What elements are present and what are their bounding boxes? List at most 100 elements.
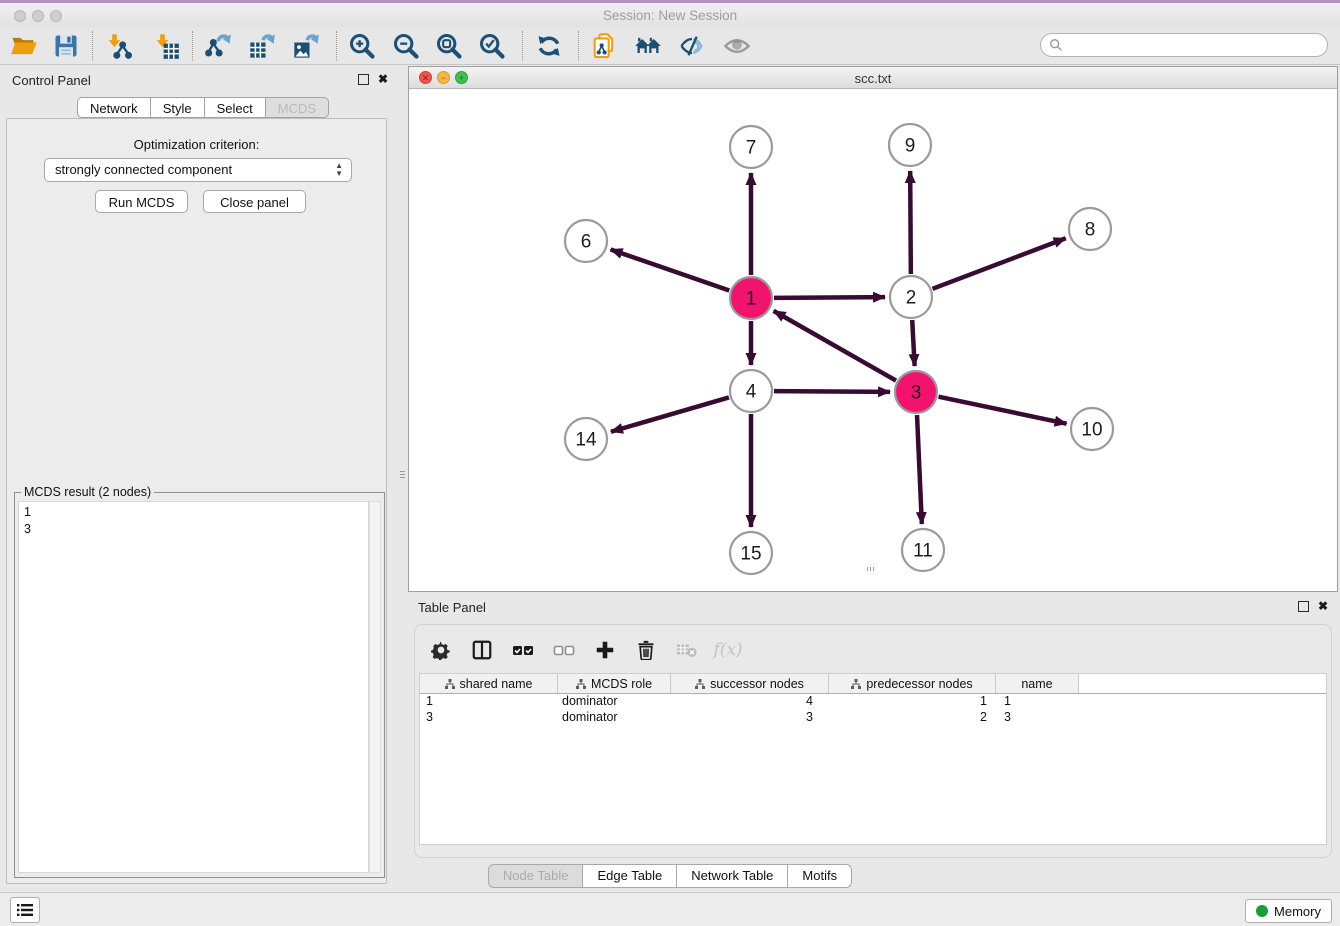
graph-node-label: 10	[1081, 420, 1102, 441]
gear-icon[interactable]	[429, 638, 453, 662]
control-panel-buttons: ✖	[358, 74, 388, 85]
open-session-icon[interactable]	[10, 32, 38, 60]
table-row[interactable]: 3dominator323	[420, 710, 1326, 726]
table-tabs: Node Table Edge Table Network Table Moti…	[0, 864, 1340, 888]
tab-style[interactable]: Style	[151, 97, 205, 118]
search-input[interactable]	[1063, 37, 1317, 54]
mcds-result-item: 1	[24, 504, 363, 521]
select-all-icon[interactable]	[511, 638, 535, 662]
titlebar: Session: New Session	[0, 3, 1340, 27]
function-builder-icon: f(x)	[716, 638, 740, 662]
close-panel-button[interactable]: Close panel	[203, 190, 306, 213]
tab-node-table[interactable]: Node Table	[488, 864, 584, 888]
tab-edge-table[interactable]: Edge Table	[583, 864, 677, 888]
zoom-out-icon[interactable]	[392, 32, 420, 60]
table-cell: 4	[671, 694, 829, 710]
network-graph[interactable]: 1234678910111415	[409, 89, 1337, 591]
column-header-successor-nodes[interactable]: successor nodes	[671, 674, 829, 693]
column-header-MCDS-role[interactable]: MCDS role	[558, 674, 671, 693]
deselect-all-icon[interactable]	[552, 638, 576, 662]
table-cell: 3	[996, 710, 1079, 726]
memory-status-icon	[1256, 905, 1268, 917]
control-panel-tabs: Network Style Select MCDS	[77, 97, 329, 118]
import-network-icon[interactable]	[104, 32, 132, 60]
graph-edge-1-6[interactable]	[611, 249, 730, 290]
table-cell: dominator	[558, 710, 671, 726]
add-icon[interactable]	[593, 638, 617, 662]
memory-button[interactable]: Memory	[1245, 899, 1332, 923]
graph-node-label: 7	[746, 138, 757, 159]
clone-network-icon[interactable]	[590, 32, 618, 60]
mcds-result-title: MCDS result (2 nodes)	[21, 485, 154, 499]
graph-node-label: 2	[906, 288, 917, 309]
search-icon	[1049, 38, 1063, 52]
tab-motifs[interactable]: Motifs	[788, 864, 852, 888]
panel-splitter-handle[interactable]	[399, 466, 406, 482]
network-window-titlebar[interactable]: ✕ − + scc.txt	[409, 67, 1337, 89]
first-neighbors-icon[interactable]	[634, 32, 662, 60]
graph-edge-3-11[interactable]	[917, 415, 922, 524]
criterion-dropdown[interactable]: strongly connected component ▲▼	[44, 158, 352, 182]
task-history-button[interactable]	[10, 897, 40, 923]
search-field[interactable]	[1040, 33, 1328, 57]
table-row[interactable]: 1dominator411	[420, 694, 1326, 710]
refresh-layout-icon[interactable]	[535, 32, 563, 60]
close-panel-icon[interactable]: ✖	[378, 75, 388, 84]
mcds-result-list[interactable]: 13	[18, 501, 369, 873]
network-view-window: ✕ − + scc.txt 1234678910111415	[408, 66, 1338, 592]
result-scrollbar[interactable]	[369, 501, 381, 873]
column-tree-icon	[851, 679, 861, 689]
show-all-icon[interactable]	[723, 32, 751, 60]
graph-node-label: 3	[911, 383, 922, 404]
graph-edge-4-14[interactable]	[611, 397, 729, 431]
graph-edge-2-9[interactable]	[910, 171, 911, 274]
close-panel-icon[interactable]: ✖	[1318, 602, 1328, 611]
chevron-up-down-icon: ▲▼	[335, 162, 343, 178]
graph-node-label: 15	[740, 544, 761, 565]
hide-selected-icon[interactable]	[678, 32, 706, 60]
tab-network[interactable]: Network	[77, 97, 151, 118]
toolbar-separator	[336, 31, 337, 61]
run-mcds-button[interactable]: Run MCDS	[95, 190, 188, 213]
graph-edge-1-2[interactable]	[774, 297, 885, 298]
split-columns-icon[interactable]	[470, 638, 494, 662]
graph-edge-3-10[interactable]	[939, 397, 1067, 424]
zoom-selected-icon[interactable]	[478, 32, 506, 60]
float-panel-icon[interactable]	[358, 74, 369, 85]
delete-table-icon	[675, 638, 699, 662]
graph-edge-2-3[interactable]	[912, 320, 914, 366]
tab-network-table[interactable]: Network Table	[677, 864, 788, 888]
float-panel-icon[interactable]	[1298, 601, 1309, 612]
graph-edge-3-1[interactable]	[774, 311, 896, 381]
table-panel: f(x) shared nameMCDS rolesuccessor nodes…	[414, 624, 1332, 858]
save-session-icon[interactable]	[52, 32, 80, 60]
delete-icon[interactable]	[634, 638, 658, 662]
toolbar-separator	[92, 31, 93, 61]
export-image-icon[interactable]	[292, 32, 320, 60]
node-table: shared nameMCDS rolesuccessor nodesprede…	[419, 673, 1327, 845]
status-bar: Memory	[0, 892, 1340, 926]
graph-node-label: 8	[1085, 220, 1096, 241]
control-panel-title: Control Panel	[12, 73, 91, 88]
column-header-shared-name[interactable]: shared name	[420, 674, 558, 693]
graph-edge-2-8[interactable]	[933, 238, 1066, 289]
application-window: Session: New Session	[0, 0, 1340, 926]
export-network-icon[interactable]	[204, 32, 232, 60]
column-header-name[interactable]: name	[996, 674, 1079, 693]
mcds-result-item: 3	[24, 521, 363, 538]
zoom-fit-icon[interactable]	[435, 32, 463, 60]
export-table-icon[interactable]	[248, 32, 276, 60]
table-cell: 2	[829, 710, 996, 726]
graph-edge-4-3[interactable]	[774, 391, 890, 392]
column-tree-icon	[695, 679, 705, 689]
graph-node-label: 6	[581, 232, 592, 253]
optimization-criterion-label: Optimization criterion:	[0, 137, 393, 152]
tab-select[interactable]: Select	[205, 97, 266, 118]
graph-node-label: 1	[746, 289, 757, 310]
zoom-in-icon[interactable]	[348, 32, 376, 60]
column-header-predecessor-nodes[interactable]: predecessor nodes	[829, 674, 996, 693]
tab-mcds[interactable]: MCDS	[266, 97, 329, 118]
import-table-icon[interactable]	[152, 32, 180, 60]
list-icon	[16, 902, 34, 918]
window-resize-grip[interactable]	[862, 567, 878, 571]
